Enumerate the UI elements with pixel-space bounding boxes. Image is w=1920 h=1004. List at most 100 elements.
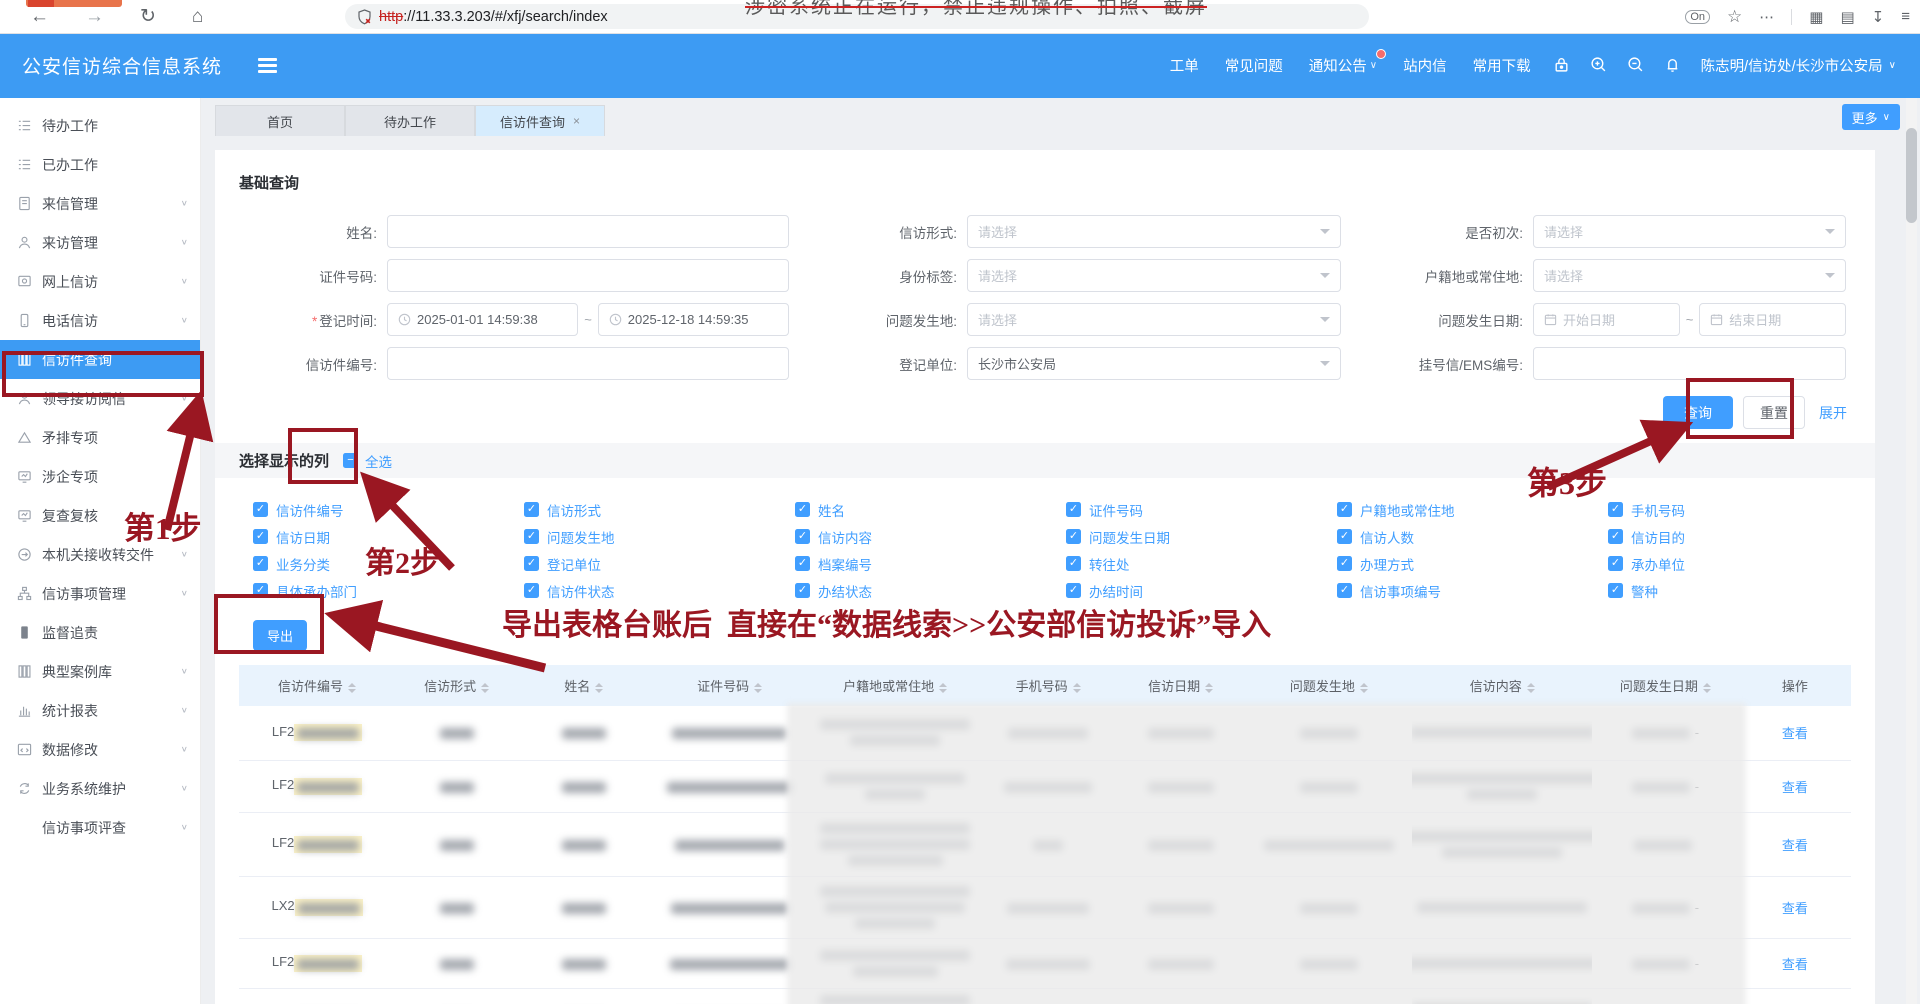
checked-checkbox-icon[interactable]: ✓ bbox=[795, 502, 810, 517]
column-header-问题发生日期[interactable]: 问题发生日期 bbox=[1592, 665, 1739, 706]
checked-checkbox-icon[interactable]: ✓ bbox=[1066, 529, 1081, 544]
expand-link[interactable]: 展开 bbox=[1815, 403, 1851, 423]
column-header-信访日期[interactable]: 信访日期 bbox=[1116, 665, 1245, 706]
close-icon[interactable]: × bbox=[573, 114, 580, 128]
checked-checkbox-icon[interactable]: ✓ bbox=[524, 529, 539, 544]
checked-checkbox-icon[interactable]: ✓ bbox=[795, 556, 810, 571]
indeterminate-checkbox-icon[interactable]: − bbox=[343, 453, 358, 468]
lock-icon[interactable] bbox=[1553, 56, 1570, 76]
security-shield-icon[interactable] bbox=[357, 9, 371, 24]
column-header-信访形式[interactable]: 信访形式 bbox=[395, 665, 518, 706]
id-number-input[interactable] bbox=[387, 259, 789, 292]
checked-checkbox-icon[interactable]: ✓ bbox=[1337, 529, 1352, 544]
checked-checkbox-icon[interactable]: ✓ bbox=[795, 529, 810, 544]
register-time-to-input[interactable]: 2025-12-18 14:59:35 bbox=[598, 303, 789, 336]
ems-no-input[interactable] bbox=[1533, 347, 1846, 380]
checked-checkbox-icon[interactable]: ✓ bbox=[1608, 583, 1623, 598]
sort-icon[interactable] bbox=[1360, 683, 1368, 693]
sidebar-item-信访事项评查[interactable]: 信访事项评查∨ bbox=[0, 808, 200, 847]
checked-checkbox-icon[interactable]: ✓ bbox=[1608, 502, 1623, 517]
register-unit-select[interactable]: 长沙市公安局 bbox=[967, 347, 1341, 380]
column-checkbox-手机号码[interactable]: ✓手机号码 bbox=[1608, 500, 1879, 520]
header-menu-item[interactable]: 工单 bbox=[1170, 55, 1199, 76]
is-first-select[interactable]: 请选择 bbox=[1533, 215, 1846, 248]
checked-checkbox-icon[interactable]: ✓ bbox=[1337, 556, 1352, 571]
more-options-icon[interactable]: ⋯ bbox=[1759, 8, 1774, 26]
checked-checkbox-icon[interactable]: ✓ bbox=[253, 502, 268, 517]
select-all-checkbox[interactable]: − 全选 bbox=[343, 451, 392, 471]
sort-icon[interactable] bbox=[481, 683, 489, 693]
query-button[interactable]: 查询 bbox=[1663, 396, 1733, 429]
checked-checkbox-icon[interactable]: ✓ bbox=[253, 583, 268, 598]
sidebar-item-典型案例库[interactable]: 典型案例库∨ bbox=[0, 652, 200, 691]
apps-grid-icon[interactable]: ▦ bbox=[1809, 8, 1823, 26]
zoom-in-icon[interactable] bbox=[1590, 56, 1607, 76]
view-link[interactable]: 查看 bbox=[1782, 726, 1808, 741]
view-link[interactable]: 查看 bbox=[1782, 838, 1808, 853]
sidebar-item-涉企专项[interactable]: 涉企专项 bbox=[0, 457, 200, 496]
column-checkbox-办结时间[interactable]: ✓办结时间 bbox=[1066, 581, 1337, 601]
hamburger-menu-icon[interactable] bbox=[258, 58, 277, 73]
column-checkbox-信访件状态[interactable]: ✓信访件状态 bbox=[524, 581, 795, 601]
header-menu-item[interactable]: 常见问题 bbox=[1225, 55, 1283, 76]
header-menu-item[interactable]: 常用下载 bbox=[1473, 55, 1531, 76]
sidebar-item-待办工作[interactable]: 待办工作 bbox=[0, 106, 200, 145]
checked-checkbox-icon[interactable]: ✓ bbox=[795, 583, 810, 598]
name-input[interactable] bbox=[387, 215, 789, 248]
reload-icon[interactable]: ↻ bbox=[140, 7, 156, 26]
sidebar-item-信访件查询[interactable]: 信访件查询 bbox=[0, 340, 200, 379]
sidebar-item-矛排专项[interactable]: 矛排专项 bbox=[0, 418, 200, 457]
checked-checkbox-icon[interactable]: ✓ bbox=[524, 556, 539, 571]
residence-select[interactable]: 请选择 bbox=[1533, 259, 1846, 292]
column-checkbox-办结状态[interactable]: ✓办结状态 bbox=[795, 581, 1066, 601]
tab-待办工作[interactable]: 待办工作 bbox=[345, 105, 475, 136]
column-checkbox-证件号码[interactable]: ✓证件号码 bbox=[1066, 500, 1337, 520]
checked-checkbox-icon[interactable]: ✓ bbox=[1337, 502, 1352, 517]
column-header-信访件编号[interactable]: 信访件编号 bbox=[239, 665, 395, 706]
column-checkbox-信访件编号[interactable]: ✓信访件编号 bbox=[253, 500, 524, 520]
sidebar-item-数据修改[interactable]: 数据修改∨ bbox=[0, 730, 200, 769]
sidebar-item-本机关接收转交件[interactable]: 本机关接收转交件∨ bbox=[0, 535, 200, 574]
sidebar-item-网上信访[interactable]: 网上信访∨ bbox=[0, 262, 200, 301]
column-header-证件号码[interactable]: 证件号码 bbox=[649, 665, 810, 706]
sort-icon[interactable] bbox=[939, 683, 947, 693]
column-checkbox-信访目的[interactable]: ✓信访目的 bbox=[1608, 527, 1879, 547]
more-button[interactable]: 更多∨ bbox=[1842, 104, 1900, 130]
extension-badge-icon[interactable]: On bbox=[1685, 10, 1710, 24]
checked-checkbox-icon[interactable]: ✓ bbox=[1066, 502, 1081, 517]
column-checkbox-信访人数[interactable]: ✓信访人数 bbox=[1337, 527, 1608, 547]
browser-menu-icon[interactable]: ≡ bbox=[1901, 8, 1910, 25]
column-checkbox-信访事项编号[interactable]: ✓信访事项编号 bbox=[1337, 581, 1608, 601]
register-time-from-input[interactable]: 2025-01-01 14:59:38 bbox=[387, 303, 578, 336]
tab-首页[interactable]: 首页 bbox=[215, 105, 345, 136]
view-link[interactable]: 查看 bbox=[1782, 957, 1808, 972]
column-checkbox-具体承办部门[interactable]: ✓具体承办部门 bbox=[253, 581, 524, 601]
sidebar-item-已办工作[interactable]: 已办工作 bbox=[0, 145, 200, 184]
column-checkbox-姓名[interactable]: ✓姓名 bbox=[795, 500, 1066, 520]
sort-icon[interactable] bbox=[1205, 683, 1213, 693]
checked-checkbox-icon[interactable]: ✓ bbox=[253, 556, 268, 571]
reading-list-icon[interactable]: ▤ bbox=[1840, 8, 1854, 26]
column-checkbox-档案编号[interactable]: ✓档案编号 bbox=[795, 554, 1066, 574]
checked-checkbox-icon[interactable]: ✓ bbox=[1066, 583, 1081, 598]
vertical-scrollbar[interactable] bbox=[1906, 98, 1917, 1004]
problem-date-start-input[interactable]: 开始日期 bbox=[1533, 303, 1680, 336]
sidebar-item-领导接访阅信[interactable]: 领导接访阅信∨ bbox=[0, 379, 200, 418]
column-checkbox-问题发生地[interactable]: ✓问题发生地 bbox=[524, 527, 795, 547]
sidebar-item-信访事项管理[interactable]: 信访事项管理∨ bbox=[0, 574, 200, 613]
sidebar-item-统计报表[interactable]: 统计报表∨ bbox=[0, 691, 200, 730]
bell-icon[interactable] bbox=[1664, 56, 1681, 76]
column-header-信访内容[interactable]: 信访内容 bbox=[1412, 665, 1592, 706]
sort-icon[interactable] bbox=[1527, 683, 1535, 693]
column-checkbox-承办单位[interactable]: ✓承办单位 bbox=[1608, 554, 1879, 574]
column-checkbox-业务分类[interactable]: ✓业务分类 bbox=[253, 554, 524, 574]
column-checkbox-办理方式[interactable]: ✓办理方式 bbox=[1337, 554, 1608, 574]
header-menu-item[interactable]: 站内信 bbox=[1403, 55, 1447, 76]
column-checkbox-户籍地或常住地[interactable]: ✓户籍地或常住地 bbox=[1337, 500, 1608, 520]
home-icon[interactable]: ⌂ bbox=[192, 7, 203, 26]
petition-no-input[interactable] bbox=[387, 347, 789, 380]
reset-button[interactable]: 重置 bbox=[1743, 396, 1805, 429]
sort-icon[interactable] bbox=[754, 683, 762, 693]
checked-checkbox-icon[interactable]: ✓ bbox=[1608, 556, 1623, 571]
zoom-out-icon[interactable] bbox=[1627, 56, 1644, 76]
